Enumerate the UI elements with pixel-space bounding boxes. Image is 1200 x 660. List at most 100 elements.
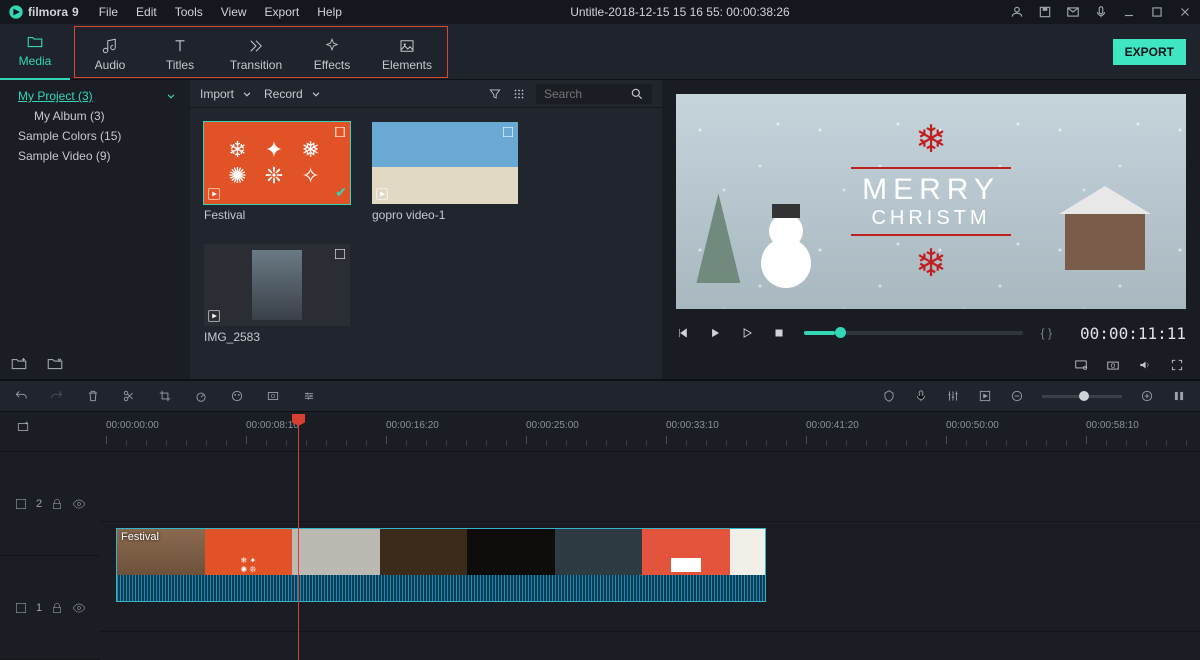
film-icon xyxy=(333,247,347,261)
fullscreen-icon[interactable] xyxy=(1170,358,1184,372)
import-dropdown[interactable]: Import xyxy=(200,87,254,101)
menu-view[interactable]: View xyxy=(213,2,255,22)
render-icon[interactable] xyxy=(978,389,992,403)
clip-label: IMG_2583 xyxy=(204,330,350,344)
clip-festival[interactable]: ❄ ✦ ❅✺ ❊ ✧ ✔ Festival xyxy=(204,122,350,222)
record-dropdown[interactable]: Record xyxy=(264,87,323,101)
speed-icon[interactable] xyxy=(194,389,208,403)
media-browser: Import Record ❄ ✦ ❅✺ ❊ ✧ xyxy=(190,80,662,379)
crop-icon[interactable] xyxy=(158,389,172,403)
stop-icon[interactable] xyxy=(772,326,786,340)
audio-waveform xyxy=(117,575,765,601)
progress-slider[interactable] xyxy=(804,331,1023,335)
clip-label: Festival xyxy=(204,208,350,222)
track-header-1[interactable]: 1 xyxy=(0,556,100,660)
timeline-clip[interactable]: Festival ❄ ✦✺ ❊ xyxy=(116,528,766,602)
close-icon[interactable] xyxy=(1178,5,1192,19)
lock-icon[interactable] xyxy=(50,497,64,511)
snapshot-icon[interactable] xyxy=(1106,358,1120,372)
play-outline-icon[interactable] xyxy=(740,326,754,340)
voiceover-icon[interactable] xyxy=(914,389,928,403)
zoom-in-icon[interactable] xyxy=(1140,389,1154,403)
folder-remove-icon[interactable] xyxy=(46,355,64,373)
tab-titles[interactable]: Titles xyxy=(145,27,215,83)
chevron-down-icon xyxy=(240,87,254,101)
tab-effects-label: Effects xyxy=(314,58,350,72)
minimize-icon[interactable] xyxy=(1122,5,1136,19)
tree-footer-icons xyxy=(10,355,64,373)
tab-audio[interactable]: Audio xyxy=(75,27,145,83)
export-button[interactable]: EXPORT xyxy=(1113,39,1186,65)
play-icon[interactable] xyxy=(708,326,722,340)
save-icon[interactable] xyxy=(1038,5,1052,19)
music-note-icon xyxy=(101,37,119,55)
preview-title-overlay: ❄ MERRY CHRISTM ❄ xyxy=(851,163,1011,240)
menu-help[interactable]: Help xyxy=(309,2,350,22)
menu-edit[interactable]: Edit xyxy=(128,2,165,22)
tree-album[interactable]: My Album (3) xyxy=(4,106,186,126)
marker-icon[interactable] xyxy=(882,389,896,403)
tab-elements[interactable]: Elements xyxy=(367,27,447,83)
grid-view-icon[interactable] xyxy=(512,87,526,101)
media-grid: ❄ ✦ ❅✺ ❊ ✧ ✔ Festival gopro video-1 xyxy=(190,108,662,379)
clip-thumb[interactable] xyxy=(204,244,350,326)
green-screen-icon[interactable] xyxy=(266,389,280,403)
film-icon xyxy=(14,497,28,511)
tree-project-label: My Project (3) xyxy=(18,89,93,103)
menu-file[interactable]: File xyxy=(91,2,126,22)
zoom-slider[interactable] xyxy=(1042,395,1122,398)
tab-media[interactable]: Media xyxy=(0,24,70,80)
menu-tools[interactable]: Tools xyxy=(167,2,211,22)
clip-thumb[interactable]: ❄ ✦ ❅✺ ❊ ✧ ✔ xyxy=(204,122,350,204)
adjust-icon[interactable] xyxy=(302,389,316,403)
track-2[interactable] xyxy=(100,452,1200,522)
time-ruler[interactable]: 00:00:00:0000:00:08:1000:00:16:2000:00:2… xyxy=(100,412,1200,452)
maximize-icon[interactable] xyxy=(1150,5,1164,19)
timeline-toolbar xyxy=(0,380,1200,412)
add-track-icon[interactable] xyxy=(16,420,30,434)
eye-icon[interactable] xyxy=(72,497,86,511)
ruler-tick: 00:00:58:10 xyxy=(1086,420,1139,431)
search-input[interactable] xyxy=(544,87,624,101)
sparkle-icon xyxy=(323,37,341,55)
clip-img2583[interactable]: IMG_2583 xyxy=(204,244,350,344)
lock-icon[interactable] xyxy=(50,601,64,615)
split-icon[interactable] xyxy=(122,389,136,403)
zoom-fit-icon[interactable] xyxy=(1172,389,1186,403)
undo-icon[interactable] xyxy=(14,389,28,403)
tab-transition[interactable]: Transition xyxy=(215,27,297,83)
volume-icon[interactable] xyxy=(1138,358,1152,372)
track-headers: 2 1 xyxy=(0,412,100,660)
track-1[interactable]: Festival ❄ ✦✺ ❊ xyxy=(100,522,1200,632)
braces-label: { } xyxy=(1041,326,1052,340)
tree-colors[interactable]: Sample Colors (15) xyxy=(4,126,186,146)
menu-export[interactable]: Export xyxy=(257,2,308,22)
filter-icon[interactable] xyxy=(488,87,502,101)
tree-video[interactable]: Sample Video (9) xyxy=(4,146,186,166)
display-settings-icon[interactable] xyxy=(1074,358,1088,372)
search-field[interactable] xyxy=(536,84,652,104)
play-marker-icon xyxy=(207,187,221,201)
playhead[interactable] xyxy=(298,414,299,660)
mic-icon[interactable] xyxy=(1094,5,1108,19)
message-icon[interactable] xyxy=(1066,5,1080,19)
tracks-area[interactable]: 00:00:00:0000:00:08:1000:00:16:2000:00:2… xyxy=(100,412,1200,660)
audio-mixer-icon[interactable] xyxy=(946,389,960,403)
playback-controls: { } 00:00:11:11 xyxy=(662,315,1200,351)
timeline-clip-label: Festival xyxy=(121,531,159,543)
clip-gopro[interactable]: gopro video-1 xyxy=(372,122,518,222)
play-marker-icon xyxy=(375,187,389,201)
tree-project[interactable]: My Project (3) xyxy=(4,86,186,106)
redo-icon[interactable] xyxy=(50,389,64,403)
tab-effects[interactable]: Effects xyxy=(297,27,367,83)
eye-icon[interactable] xyxy=(72,601,86,615)
folder-add-icon[interactable] xyxy=(10,355,28,373)
clip-thumb[interactable] xyxy=(372,122,518,204)
prev-icon[interactable] xyxy=(676,326,690,340)
track-header-2[interactable]: 2 xyxy=(0,452,100,556)
preview-canvas[interactable]: ❄ MERRY CHRISTM ❄ xyxy=(676,94,1186,309)
delete-icon[interactable] xyxy=(86,389,100,403)
zoom-out-icon[interactable] xyxy=(1010,389,1024,403)
account-icon[interactable] xyxy=(1010,5,1024,19)
color-icon[interactable] xyxy=(230,389,244,403)
